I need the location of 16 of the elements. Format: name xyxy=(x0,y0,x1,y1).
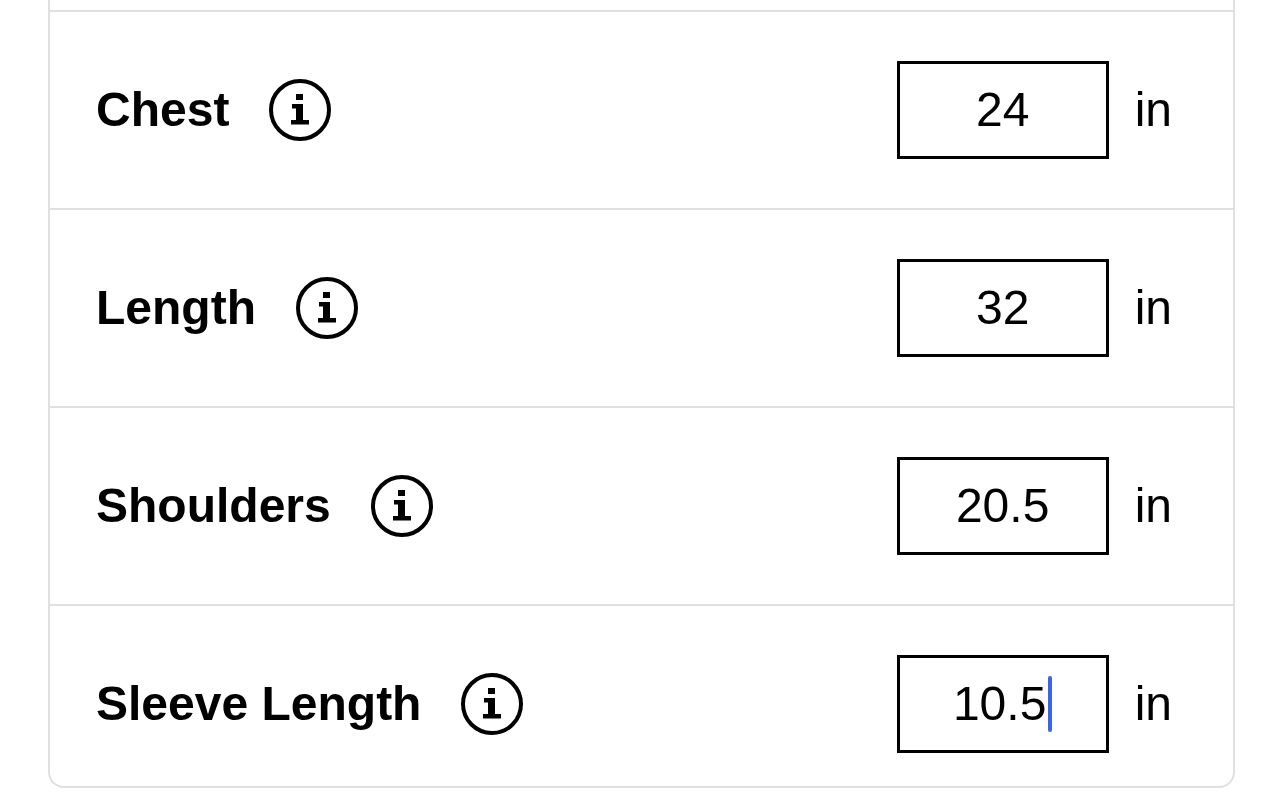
measurement-label: Shoulders xyxy=(96,482,331,530)
unit-label: in xyxy=(1134,86,1172,134)
measurement-label: Chest xyxy=(96,86,230,134)
unit-label: in xyxy=(1134,680,1172,728)
info-icon[interactable] xyxy=(461,673,524,735)
info-icon[interactable] xyxy=(295,277,358,339)
info-icon[interactable] xyxy=(269,79,332,141)
info-icon[interactable] xyxy=(370,475,433,537)
input-field[interactable]: 20.5 xyxy=(896,457,1109,555)
input-field[interactable]: 10.5 xyxy=(896,655,1109,753)
input-field[interactable]: 24 xyxy=(896,61,1109,159)
measurement-label: Length xyxy=(96,284,256,332)
unit-label: in xyxy=(1134,284,1172,332)
measurement-label: Sleeve Length xyxy=(96,680,422,728)
input-field[interactable]: 32 xyxy=(896,259,1109,357)
unit-label: in xyxy=(1134,482,1172,530)
